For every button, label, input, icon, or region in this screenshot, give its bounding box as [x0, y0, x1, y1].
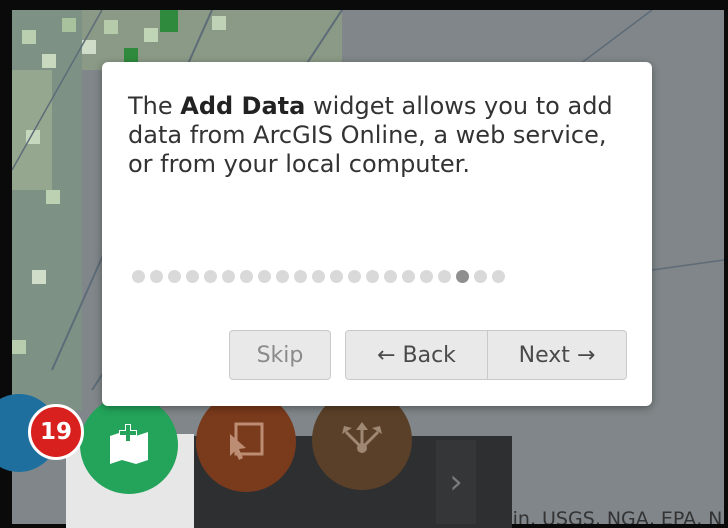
- step-dot[interactable]: [132, 270, 145, 283]
- step-dot[interactable]: [168, 270, 181, 283]
- step-dot[interactable]: [240, 270, 253, 283]
- tour-text-before: The: [128, 92, 181, 120]
- step-dot[interactable]: [384, 270, 397, 283]
- step-dot[interactable]: [366, 270, 379, 283]
- add-data-icon: [110, 424, 148, 464]
- step-dot[interactable]: [312, 270, 325, 283]
- step-dot[interactable]: [348, 270, 361, 283]
- step-number-badge: 19: [28, 404, 84, 460]
- step-dot[interactable]: [438, 270, 451, 283]
- tour-text-bold: Add Data: [180, 92, 306, 120]
- skip-button[interactable]: Skip: [229, 330, 331, 380]
- step-dot[interactable]: [150, 270, 163, 283]
- next-button[interactable]: Next →: [487, 330, 627, 380]
- step-dot[interactable]: [204, 270, 217, 283]
- select-icon: [230, 422, 264, 460]
- step-dot[interactable]: [330, 270, 343, 283]
- tour-description: The Add Data widget allows you to add da…: [128, 92, 638, 179]
- back-button[interactable]: ← Back: [345, 330, 488, 380]
- step-dot[interactable]: [222, 270, 235, 283]
- step-dot[interactable]: [456, 270, 469, 283]
- step-indicator: [132, 270, 624, 283]
- tour-popup: The Add Data widget allows you to add da…: [102, 62, 652, 406]
- add-data-widget-button[interactable]: [80, 396, 178, 494]
- step-dot[interactable]: [276, 270, 289, 283]
- step-dot[interactable]: [420, 270, 433, 283]
- share-icon: [342, 422, 382, 453]
- step-dot[interactable]: [186, 270, 199, 283]
- step-dot[interactable]: [492, 270, 505, 283]
- step-dot[interactable]: [402, 270, 415, 283]
- select-widget-button[interactable]: [196, 392, 296, 492]
- widget-bar-next-button[interactable]: ›: [436, 440, 476, 524]
- step-dot[interactable]: [474, 270, 487, 283]
- step-dot[interactable]: [294, 270, 307, 283]
- step-dot[interactable]: [258, 270, 271, 283]
